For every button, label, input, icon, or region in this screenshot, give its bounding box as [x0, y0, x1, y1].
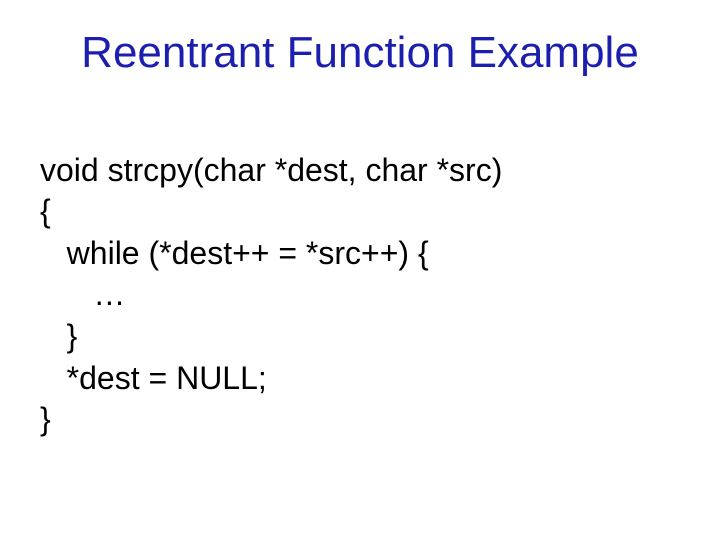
code-block: void strcpy(char *dest, char *src) { whi… [40, 108, 680, 441]
code-line: while (*dest++ = *src++) { [40, 235, 429, 271]
code-line: } [40, 401, 51, 437]
code-line: { [40, 193, 51, 229]
slide: Reentrant Function Example void strcpy(c… [0, 0, 720, 540]
code-line: void strcpy(char *dest, char *src) [40, 152, 502, 188]
code-line: *dest = NULL; [40, 360, 267, 396]
code-line: … [40, 276, 125, 312]
slide-title: Reentrant Function Example [40, 28, 680, 78]
code-line: } [40, 318, 77, 354]
